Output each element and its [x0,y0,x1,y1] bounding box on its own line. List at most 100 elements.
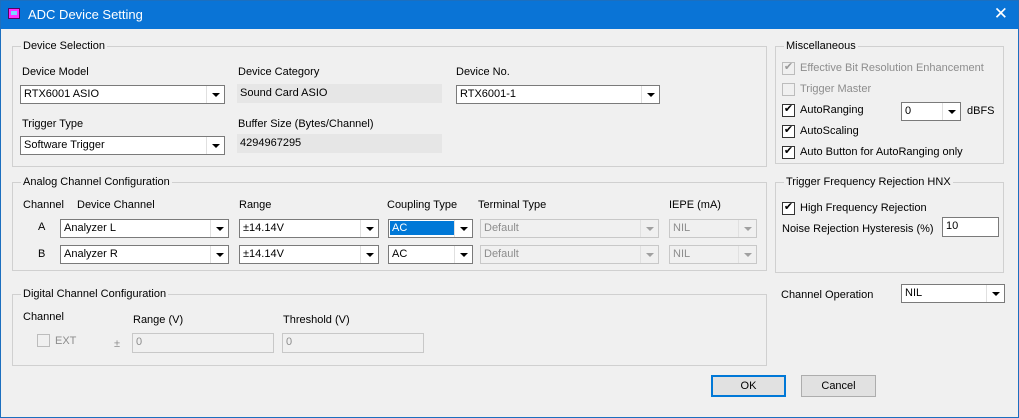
device-no-label: Device No. [456,66,510,78]
device-channel-b-value: Analyzer R [64,248,118,260]
hysteresis-input[interactable]: 10 [942,217,999,237]
check-icon: ✔ [783,124,794,136]
chevron-down-icon[interactable] [206,137,224,154]
buffer-size-field: 4294967295 [237,134,442,153]
check-icon: ✔ [783,201,794,213]
device-no-value: RTX6001-1 [460,88,517,100]
dbfs-label: dBFS [967,105,995,117]
range-a-value: ±14.14V [243,222,284,234]
app-icon [8,8,20,19]
cancel-button[interactable]: Cancel [801,375,876,397]
ebre-checkbox[interactable]: ✔ [782,61,795,75]
autoscaling-label: AutoScaling [800,125,859,137]
iepe-a-value: NIL [673,222,691,234]
autoscaling-checkbox[interactable]: ✔ [782,124,795,138]
chevron-down-icon[interactable] [738,246,756,263]
terminal-a-select[interactable]: Default [480,219,659,238]
threshold-input[interactable]: 0 [282,333,424,353]
check-icon: ✔ [783,61,794,73]
digital-channel-label: Channel [23,311,64,323]
hf-rejection-label: High Frequency Rejection [800,202,927,214]
chevron-down-icon[interactable] [942,103,960,120]
chevron-down-icon[interactable] [640,220,658,237]
digital-range-value: 0 [136,336,143,348]
auto-button-label: Auto Button for AutoRanging only [800,146,963,158]
trigger-type-select[interactable]: Software Trigger [20,136,225,155]
iepe-b-value: NIL [673,248,691,260]
chevron-down-icon[interactable] [986,285,1004,302]
hf-rejection-checkbox[interactable]: ✔ [782,201,795,215]
hysteresis-value: 10 [946,220,959,232]
device-category-label: Device Category [238,66,320,78]
miscellaneous-legend: Miscellaneous [784,40,858,52]
header-coupling: Coupling Type [387,199,458,211]
window-title: ADC Device Setting [28,7,143,22]
header-iepe: IEPE (mA) [669,199,721,211]
autoranging-label: AutoRanging [800,104,864,116]
rejection-legend: Trigger Frequency Rejection HNX [784,176,953,188]
chevron-down-icon[interactable] [454,220,472,237]
autoranging-checkbox[interactable]: ✔ [782,103,795,117]
channel-operation-value: NIL [905,287,923,299]
terminal-a-value: Default [484,222,519,234]
device-model-value: RTX6001 ASIO [24,88,100,100]
threshold-value: 0 [286,336,293,348]
terminal-b-value: Default [484,248,519,260]
threshold-label: Threshold (V) [283,314,350,326]
chevron-down-icon[interactable] [454,246,472,263]
ext-label: EXT [55,335,77,347]
close-icon[interactable]: ✕ [994,4,1008,24]
device-selection-legend: Device Selection [21,40,107,52]
digital-range-label: Range (V) [133,314,184,326]
trigger-type-label: Trigger Type [22,118,84,130]
device-category-field: Sound Card ASIO [237,84,442,103]
channel-operation-label: Channel Operation [781,289,874,301]
ok-button[interactable]: OK [711,375,786,397]
chevron-down-icon[interactable] [640,246,658,263]
coupling-a-select[interactable]: AC [388,219,473,238]
coupling-b-select[interactable]: AC [388,245,473,264]
device-no-select[interactable]: RTX6001-1 [456,85,660,104]
chevron-down-icon[interactable] [210,220,228,237]
device-channel-a-select[interactable]: Analyzer L [60,219,229,238]
plus-minus-label: ± [114,338,121,350]
chevron-down-icon[interactable] [738,220,756,237]
range-b-select[interactable]: ±14.14V [239,245,379,264]
auto-button-checkbox[interactable]: ✔ [782,145,795,159]
trigger-master-checkbox[interactable] [782,83,795,96]
header-device-channel: Device Channel [77,199,155,211]
header-range: Range [239,199,272,211]
chevron-down-icon[interactable] [210,246,228,263]
chevron-down-icon[interactable] [360,220,378,237]
device-model-select[interactable]: RTX6001 ASIO [20,85,225,104]
coupling-a-value: AC [390,221,454,235]
iepe-a-select[interactable]: NIL [669,219,757,238]
hysteresis-label: Noise Rejection Hysteresis (%) [782,223,934,235]
terminal-b-select[interactable]: Default [480,245,659,264]
autoranging-select[interactable]: 0 [901,102,961,121]
channel-a-label: A [38,221,46,233]
range-a-select[interactable]: ±14.14V [239,219,379,238]
check-icon: ✔ [783,145,794,157]
ebre-label: Effective Bit Resolution Enhancement [800,62,984,74]
chevron-down-icon[interactable] [360,246,378,263]
device-channel-b-select[interactable]: Analyzer R [60,245,229,264]
autoranging-value: 0 [905,105,912,117]
digital-channel-group: Digital Channel Configuration [12,288,767,366]
adc-device-setting-window: ADC Device Setting ✕ Device Selection De… [0,0,1019,418]
header-channel: Channel [23,199,64,211]
channel-b-label: B [38,248,46,260]
buffer-size-value: 4294967295 [240,137,302,149]
device-category-value: Sound Card ASIO [240,87,328,99]
channel-operation-select[interactable]: NIL [901,284,1005,303]
ext-checkbox[interactable] [37,334,50,347]
device-channel-a-value: Analyzer L [64,222,116,234]
chevron-down-icon[interactable] [641,86,659,103]
title-bar[interactable]: ADC Device Setting ✕ [1,1,1018,29]
digital-range-input[interactable]: 0 [132,333,274,353]
header-terminal: Terminal Type [478,199,547,211]
buffer-size-label: Buffer Size (Bytes/Channel) [238,118,374,130]
chevron-down-icon[interactable] [206,86,224,103]
device-model-label: Device Model [22,66,89,78]
iepe-b-select[interactable]: NIL [669,245,757,264]
